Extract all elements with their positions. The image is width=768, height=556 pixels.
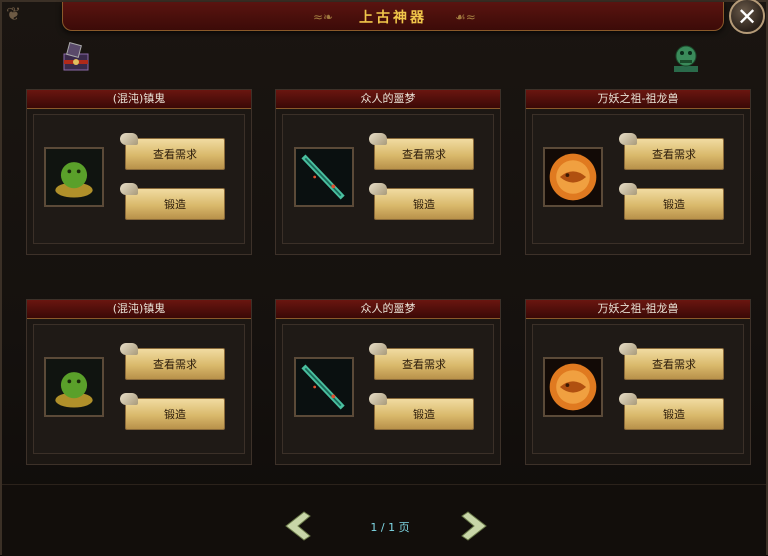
current-page: 1: [370, 521, 378, 534]
forge-button[interactable]: 锻造: [619, 183, 724, 220]
panel-title: 众人的噩梦: [276, 300, 500, 319]
prev-page-button[interactable]: [280, 510, 318, 542]
forge-button[interactable]: 锻造: [619, 393, 724, 430]
jade-sword-icon[interactable]: [294, 147, 354, 207]
next-page-button[interactable]: [454, 510, 492, 542]
page-unit: 页: [398, 521, 410, 534]
jade-statue-icon[interactable]: [668, 40, 704, 76]
panel-title: (混沌)镇鬼: [27, 90, 251, 109]
window-title: 上古神器: [359, 10, 427, 26]
green-lion-statue-icon[interactable]: [44, 147, 104, 207]
orange-dragon-orb-icon[interactable]: [543, 357, 603, 417]
left-corner-ornament: ❦: [6, 4, 22, 25]
view-requirements-button[interactable]: 查看需求: [120, 133, 225, 170]
view-requirements-button[interactable]: 查看需求: [369, 343, 474, 380]
total-pages: 1: [388, 521, 396, 534]
artifact-panel-4: (混沌)镇鬼 查看需求 锻造: [26, 299, 252, 465]
panel-title: 众人的噩梦: [276, 90, 500, 109]
artifact-panel-3: 万妖之祖-祖龙兽 查看需求 锻造: [525, 89, 751, 255]
forge-button[interactable]: 锻造: [120, 183, 225, 220]
jade-sword-icon[interactable]: [294, 357, 354, 417]
panel-title: 万妖之祖-祖龙兽: [526, 300, 750, 319]
view-requirements-button[interactable]: 查看需求: [120, 343, 225, 380]
artifact-panel-5: 众人的噩梦 查看需求 锻造: [275, 299, 501, 465]
page-separator: /: [380, 521, 385, 534]
view-requirements-button[interactable]: 查看需求: [369, 133, 474, 170]
panel-title: 万妖之祖-祖龙兽: [526, 90, 750, 109]
title-bar: ≈❧ 上古神器 ☙≈: [62, 2, 724, 31]
artifact-window: ❦ ≈❧ 上古神器 ☙≈ ✕ (混沌)镇鬼 查看需求 锻造 众人的噩梦 查看需求…: [0, 0, 768, 556]
panel-title: (混沌)镇鬼: [27, 300, 251, 319]
chevron-right-icon: [461, 511, 487, 541]
close-icon: ✕: [736, 3, 758, 31]
view-requirements-button[interactable]: 查看需求: [619, 343, 724, 380]
view-requirements-button[interactable]: 查看需求: [619, 133, 724, 170]
forge-button[interactable]: 锻造: [120, 393, 225, 430]
green-lion-statue-icon[interactable]: [44, 357, 104, 417]
forge-button[interactable]: 锻造: [369, 183, 474, 220]
artifact-panel-2: 众人的噩梦 查看需求 锻造: [275, 89, 501, 255]
orange-dragon-orb-icon[interactable]: [543, 147, 603, 207]
chevron-left-icon: [285, 511, 311, 541]
artifact-panel-1: (混沌)镇鬼 查看需求 锻造: [26, 89, 252, 255]
title-scroll-ornament-right: ☙≈: [455, 10, 476, 24]
close-button[interactable]: ✕: [729, 0, 765, 34]
artifact-panel-6: 万妖之祖-祖龙兽 查看需求 锻造: [525, 299, 751, 465]
treasure-box-icon[interactable]: [58, 40, 94, 76]
forge-button[interactable]: 锻造: [369, 393, 474, 430]
page-indicator: 1 / 1 页: [360, 519, 420, 535]
